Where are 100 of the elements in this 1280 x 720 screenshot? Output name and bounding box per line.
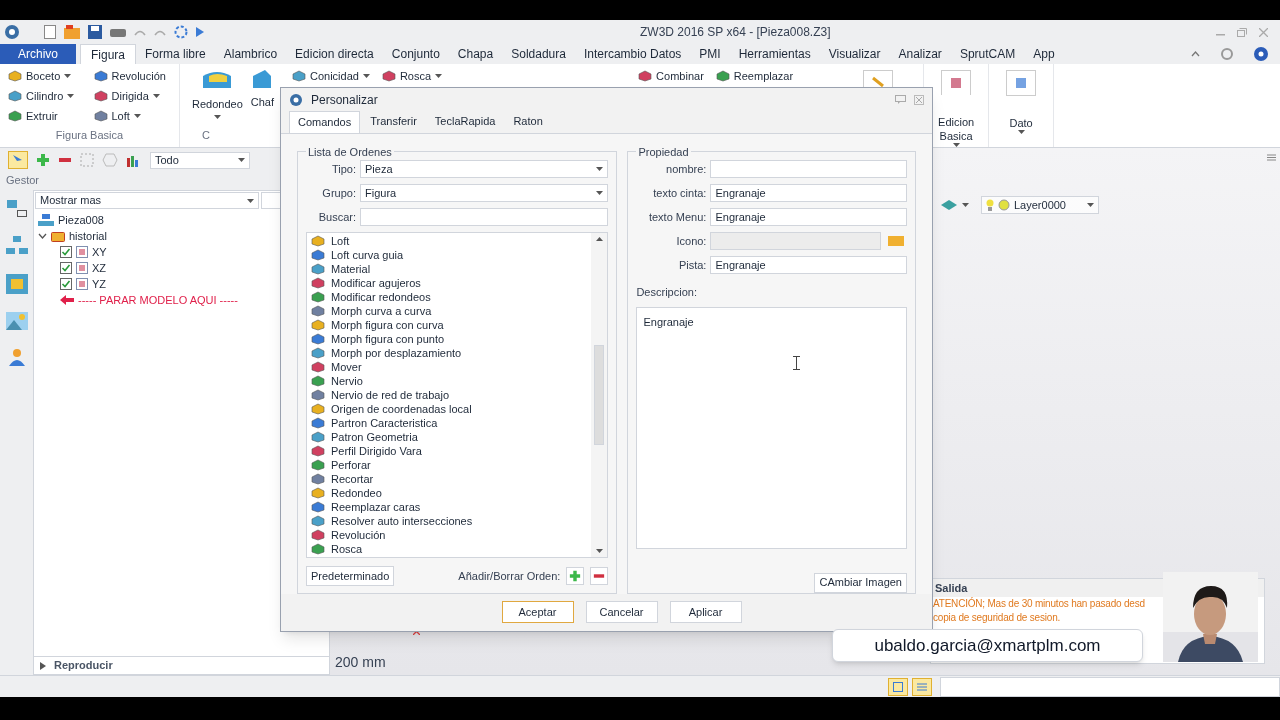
dialog-button[interactable]: Aceptar <box>501 601 574 624</box>
menu-tab[interactable]: Chapa <box>448 44 503 64</box>
tree-item[interactable]: ----- PARAR MODELO AQUI ----- <box>78 291 238 309</box>
checkbox[interactable] <box>60 262 72 274</box>
layer-icon[interactable] <box>940 199 958 211</box>
menu-tab[interactable]: Herramientas <box>729 44 820 64</box>
close-icon[interactable] <box>1259 27 1268 37</box>
ribbon-button[interactable]: Combinar <box>638 68 704 84</box>
menu-tab[interactable]: Figura <box>80 44 137 64</box>
tree-item[interactable]: XZ <box>92 259 107 277</box>
dropdown[interactable]: Figura <box>360 184 609 203</box>
ribbon-button[interactable]: Redondeo <box>192 68 243 119</box>
section-header[interactable]: Reproducir <box>54 657 113 674</box>
tree-item[interactable]: Pieza008 <box>58 211 104 229</box>
ribbon-button[interactable]: Reemplazar <box>715 68 794 84</box>
menu-tab[interactable]: PMI <box>690 44 730 64</box>
overflow-icon[interactable] <box>1267 154 1276 161</box>
tree-item[interactable]: YZ <box>92 275 107 293</box>
rotate-icon[interactable] <box>174 25 188 39</box>
ribbon-button[interactable]: Chaf <box>250 68 275 119</box>
dialog-button[interactable]: Aplicar <box>669 601 742 624</box>
add-button[interactable] <box>566 567 585 586</box>
ribbon-button[interactable]: Extruir <box>8 108 86 124</box>
default-button[interactable]: Predeterminado <box>306 566 395 587</box>
ribbon-button[interactable]: Conicidad <box>292 68 370 84</box>
person-icon[interactable] <box>6 348 27 366</box>
new-file-icon[interactable] <box>44 25 56 39</box>
filter-dropdown[interactable]: Todo <box>150 151 250 169</box>
ribbon-button[interactable]: Cilindro <box>8 88 86 104</box>
restore-icon[interactable] <box>1237 27 1247 37</box>
checkbox[interactable] <box>60 246 72 258</box>
dropdown[interactable]: Pieza <box>360 160 609 179</box>
menu-tab[interactable]: Soldadura <box>502 44 575 64</box>
cube-icon[interactable] <box>5 274 28 294</box>
ribbon-button[interactable]: Dato <box>989 64 1055 147</box>
dialog-tab[interactable]: Raton <box>505 110 551 133</box>
app-logo-icon[interactable] <box>4 24 20 40</box>
command-icon <box>311 347 325 360</box>
redo-icon[interactable] <box>154 28 166 36</box>
print-icon[interactable] <box>110 26 126 38</box>
search-field[interactable] <box>360 208 609 227</box>
menu-tab[interactable]: Edicion directa <box>286 44 383 64</box>
text-field[interactable]: Engranaje <box>710 184 907 203</box>
close-icon[interactable] <box>914 94 924 105</box>
add-icon[interactable] <box>36 153 50 167</box>
image-icon[interactable] <box>5 312 28 330</box>
remove-button[interactable] <box>590 567 609 586</box>
text-field[interactable] <box>710 160 907 179</box>
comment-icon[interactable] <box>895 95 906 105</box>
save-icon[interactable] <box>88 25 102 39</box>
dialog-tab[interactable]: Comandos <box>289 110 361 133</box>
ribbon-button[interactable]: Loft <box>93 108 171 124</box>
view-dropdown[interactable]: Mostrar mas <box>35 192 259 209</box>
field-label: texto cinta: <box>652 185 707 201</box>
menu-tab[interactable]: Forma libre <box>136 44 215 64</box>
scrollbar[interactable] <box>591 233 608 558</box>
dialog-tab[interactable]: Transferir <box>362 110 425 133</box>
change-image-button[interactable]: CAmbiar Imagen <box>814 572 907 593</box>
menu-tab[interactable]: SprutCAM <box>950 44 1025 64</box>
menu-tab[interactable]: Intercambio Datos <box>574 44 691 64</box>
tree-item[interactable]: historial <box>69 227 107 245</box>
tree-item[interactable]: XY <box>92 243 107 261</box>
description-box[interactable]: Engranaje <box>636 306 907 549</box>
select-icon[interactable] <box>8 151 28 169</box>
open-folder-icon[interactable] <box>64 25 80 39</box>
menu-tab[interactable]: Visualizar <box>819 44 890 64</box>
menu-tab[interactable]: Archivo <box>0 44 76 64</box>
ribbon-button[interactable]: Dirigida <box>93 88 171 104</box>
tool-icon <box>93 70 108 82</box>
scroll-thumb[interactable] <box>594 345 605 446</box>
dialog-title: Personalizar <box>311 91 378 109</box>
field-label: Pista: <box>677 257 707 273</box>
ribbon-button[interactable]: Rosca <box>381 68 443 84</box>
expand-toggle[interactable] <box>38 233 47 239</box>
field-label: Icono: <box>675 233 707 249</box>
dialog-button[interactable]: Cancelar <box>585 601 658 624</box>
menu-tab[interactable]: App <box>1024 44 1064 64</box>
menu-tab[interactable]: Alambrico <box>214 44 287 64</box>
undo-icon[interactable] <box>134 28 146 36</box>
help-icon[interactable] <box>1254 47 1268 61</box>
command-field[interactable] <box>940 676 1280 697</box>
hierarchy-icon[interactable] <box>5 236 28 256</box>
layer-dropdown[interactable]: Layer0000 <box>981 196 1099 214</box>
text-field[interactable]: Engranaje <box>710 256 907 275</box>
scale-label: 200 mm <box>335 653 386 672</box>
tree-view-icon[interactable] <box>6 198 27 218</box>
folder-icon <box>888 236 904 247</box>
ribbon-button[interactable]: Revolución <box>93 68 171 84</box>
settings-icon[interactable] <box>1220 47 1234 61</box>
play-icon[interactable] <box>196 27 204 37</box>
text-field[interactable]: Engranaje <box>710 208 907 227</box>
layout-icon[interactable] <box>888 677 908 696</box>
checkbox[interactable] <box>60 278 72 290</box>
list-icon[interactable] <box>912 677 932 696</box>
menu-tab[interactable]: Conjunto <box>382 44 449 64</box>
menu-tab[interactable]: Analizar <box>889 44 951 64</box>
dialog-tab[interactable]: TeclaRapida <box>426 110 504 133</box>
collapse-icon[interactable] <box>1191 51 1200 57</box>
ribbon-button[interactable]: Boceto <box>8 68 86 84</box>
expand-icon[interactable] <box>40 661 46 670</box>
